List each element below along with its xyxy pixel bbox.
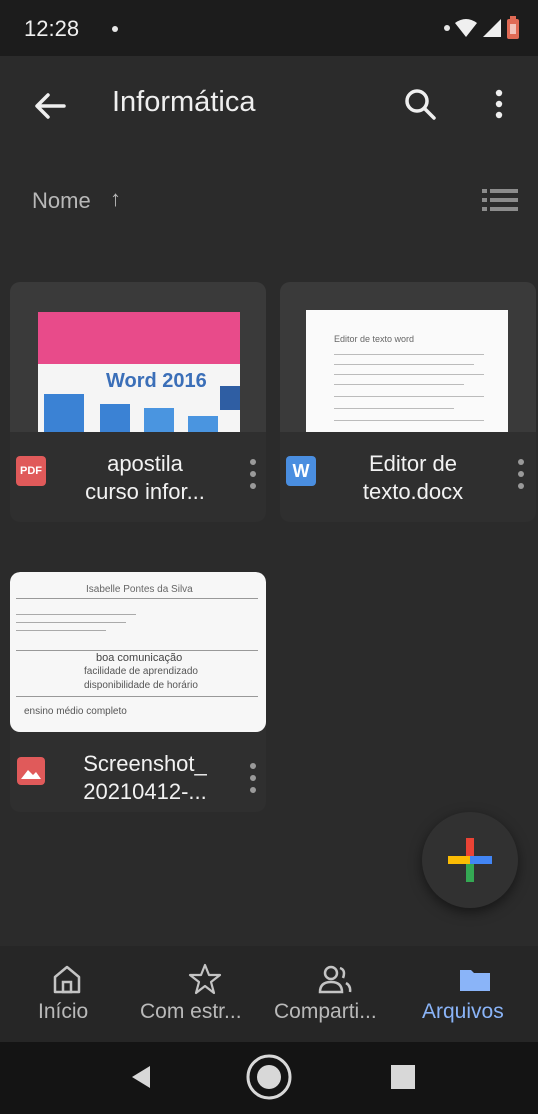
word-thumbnail-page: Word 2016: [38, 312, 240, 432]
thumbnail-text-line: [16, 696, 258, 697]
system-navigation-bar: [0, 1042, 538, 1114]
bottom-navigation: Início Com estr... Comparti... Arquivos: [0, 946, 538, 1042]
system-recents-icon[interactable]: [388, 1062, 418, 1092]
file-thumbnail: Isabelle Pontes da Silva boa comunicação…: [10, 572, 266, 732]
word-doc-icon: W: [286, 456, 316, 486]
thumbnail-text-line: [334, 364, 474, 365]
thumbnail-bar: [44, 394, 84, 432]
system-back-icon[interactable]: [126, 1062, 156, 1092]
more-vert-icon[interactable]: [484, 84, 514, 124]
thumbnail-text-line: [334, 396, 484, 397]
file-thumbnail: Word 2016: [10, 282, 266, 432]
thumbnail-text-line: [16, 598, 258, 599]
signal-icon: [483, 19, 501, 37]
nav-label: Comparti...: [274, 1000, 377, 1023]
more-vert-icon[interactable]: [514, 456, 528, 492]
nav-item-inicio[interactable]: Início: [0, 946, 134, 1042]
sort-arrow-icon[interactable]: ↑: [110, 186, 121, 212]
thumbnail-text-line: [16, 650, 258, 651]
app-bar: Informática: [0, 56, 538, 156]
nav-label: Com estr...: [140, 1000, 242, 1023]
file-thumbnail: Editor de texto word: [280, 282, 536, 432]
file-name-line2[interactable]: texto.docx: [328, 478, 498, 506]
sort-bar: Nome ↑: [0, 170, 538, 230]
back-arrow-icon[interactable]: [30, 86, 70, 126]
page-title: Informática: [112, 86, 256, 118]
star-icon: [188, 963, 222, 995]
nav-item-shared[interactable]: Comparti...: [268, 946, 402, 1042]
file-name-line1[interactable]: apostila: [60, 450, 230, 478]
system-home-icon[interactable]: [244, 1052, 294, 1102]
list-view-icon[interactable]: [480, 184, 520, 216]
thumbnail-text: ensino médio completo: [24, 706, 127, 717]
thumbnail-text-line: [334, 384, 464, 385]
nav-item-arquivos[interactable]: Arquivos: [402, 946, 538, 1042]
status-time: 12:28: [24, 16, 80, 41]
thumbnail-text: disponibilidade de horário: [84, 680, 198, 691]
docx-thumbnail-page: Editor de texto word: [306, 310, 508, 432]
thumbnail-text: facilidade de aprendizado: [84, 666, 198, 677]
more-vert-icon[interactable]: [246, 760, 260, 796]
search-icon[interactable]: [400, 84, 440, 124]
status-bar: 12:28: [0, 0, 538, 56]
thumbnail-bar: [220, 386, 240, 410]
shared-icon: [318, 965, 352, 994]
image-file-icon: [17, 757, 45, 785]
thumbnail-text-line: [16, 630, 106, 631]
notification-dot-icon: [112, 26, 118, 32]
thumbnail-text: Editor de texto word: [334, 334, 415, 344]
thumbnail-text-line: [334, 420, 484, 421]
battery-icon: [507, 16, 519, 39]
file-name-line2[interactable]: 20210412-...: [60, 778, 230, 806]
thumbnail-text-line: [334, 354, 484, 355]
thumbnail-text: boa comunicação: [96, 652, 183, 664]
more-vert-icon[interactable]: [246, 456, 260, 492]
thumbnail-text-line: [334, 374, 484, 375]
file-name-line2[interactable]: curso infor...: [60, 478, 230, 506]
thumbnail-text-line: [334, 408, 454, 409]
thumbnail-bar: [188, 416, 218, 432]
thumbnail-text-line: [16, 614, 136, 615]
status-icons: [444, 14, 520, 42]
dot-icon: [444, 25, 450, 31]
thumbnail-text: Word 2016: [106, 370, 207, 392]
home-icon: [53, 965, 81, 994]
wifi-icon: [455, 19, 477, 37]
thumbnail-text-line: [16, 622, 126, 623]
thumbnail-bar: [100, 404, 130, 432]
sort-by-name-button[interactable]: Nome: [32, 188, 91, 214]
file-name-line1[interactable]: Editor de: [328, 450, 498, 478]
nav-label: Início: [38, 1000, 89, 1023]
plus-icon: [448, 838, 492, 882]
pdf-icon: PDF: [16, 456, 46, 486]
new-file-fab-button[interactable]: [422, 812, 518, 908]
thumbnail-bar: [144, 408, 174, 432]
file-name-line1[interactable]: Screenshot_: [60, 750, 230, 778]
thumbnail-text: Isabelle Pontes da Silva: [86, 584, 193, 595]
thumbnail-pink-band: [38, 312, 240, 364]
nav-label: Arquivos: [422, 1000, 504, 1023]
nav-item-starred[interactable]: Com estr...: [134, 946, 268, 1042]
folder-icon: [460, 970, 490, 991]
